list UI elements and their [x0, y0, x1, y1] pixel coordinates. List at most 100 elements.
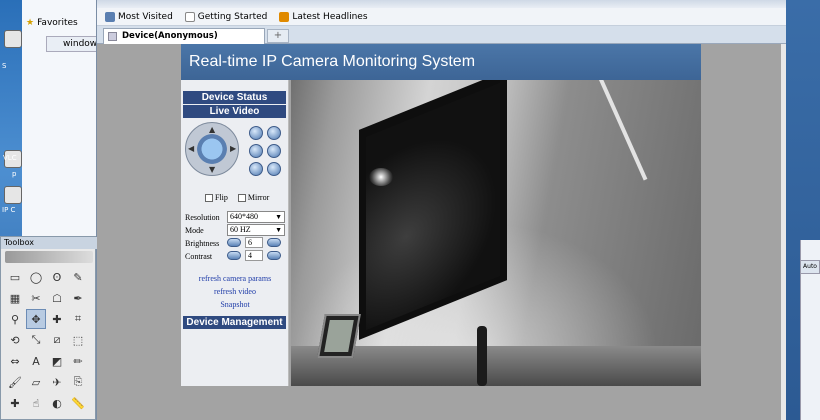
tab-label: Device(Anonymous) [122, 31, 218, 41]
scissors-icon[interactable]: ✂ [26, 288, 46, 308]
rss-icon [279, 11, 290, 22]
page-title: Real-time IP Camera Monitoring System [181, 44, 701, 80]
desktop-app-icon[interactable] [4, 30, 22, 48]
desktop-icon-label: p [12, 170, 17, 178]
folder-icon [105, 11, 115, 22]
camera-app-icon[interactable] [4, 186, 22, 204]
new-tab-button[interactable]: + [267, 29, 289, 43]
live-video-feed[interactable] [291, 80, 701, 386]
auto-button[interactable]: Auto [800, 260, 820, 274]
brush-icon[interactable]: 🖌 [5, 372, 25, 392]
video-tv-glare [369, 168, 393, 186]
move-icon[interactable]: ✥ [26, 309, 46, 329]
arrow-up-icon[interactable]: ▲ [209, 125, 215, 134]
heal-icon[interactable]: ✚ [5, 393, 25, 413]
star-icon: ★ [26, 18, 35, 28]
flip-icon[interactable]: ⇔ [5, 351, 25, 371]
contrast-label: Contrast [185, 252, 213, 261]
bookmark-label: Most Visited [118, 11, 173, 22]
lasso-icon[interactable]: ʘ [47, 267, 67, 287]
video-laptop-screen [324, 320, 354, 352]
snapshot-link[interactable]: Snapshot [181, 300, 289, 309]
resolution-label: Resolution [185, 213, 220, 222]
crop-icon[interactable]: ⌗ [68, 309, 88, 329]
flip-mirror-row: Flip Mirror [205, 193, 269, 203]
airbrush-icon[interactable]: ✈ [47, 372, 67, 392]
flip-label: Flip [215, 193, 228, 202]
contrast-value: 4 [245, 250, 263, 261]
refresh-camera-params-link[interactable]: refresh camera params [181, 274, 289, 283]
toolbox-window: Toolbox ▭ ◯ ʘ ✎ ▦ ✂ ☖ ✒ ⚲ ✥ ✚ ⌗ ⟲ ⤡ ⧄ ⬚ ⇔ A ◩ ✏ 🖌 ▱ ✈ ⎘ ✚ ☝ ◐ 📏 [0, 236, 97, 420]
pencil-icon[interactable]: ✏ [68, 351, 88, 371]
arrow-right-icon[interactable]: ▶ [230, 144, 236, 153]
color-picker-icon[interactable]: ⚲ [5, 309, 25, 329]
favorites-label: Favorites [37, 18, 78, 28]
bookmarks-toolbar: Most Visited Getting Started Latest Head… [97, 8, 787, 26]
tab-device[interactable]: Device(Anonymous) [103, 28, 265, 44]
bookmark-getting-started[interactable]: Getting Started [184, 11, 268, 22]
scale-icon[interactable]: ⤡ [26, 330, 46, 350]
wand-icon[interactable]: ✎ [68, 267, 88, 287]
smudge-icon[interactable]: ☝ [26, 393, 46, 413]
color-select-icon[interactable]: ▦ [5, 288, 25, 308]
rotate-icon[interactable]: ⟲ [5, 330, 25, 350]
foreground-select-icon[interactable]: ☖ [47, 288, 67, 308]
background-browser-window[interactable]: ★ Favorites window [22, 0, 120, 245]
page-viewport: Real-time IP Camera Monitoring System De… [97, 44, 781, 420]
align-icon[interactable]: ✚ [47, 309, 67, 329]
resolution-select[interactable]: 640*480 ▼ [227, 211, 285, 223]
ptz-joystick[interactable]: ▲ ▼ ◀ ▶ [185, 122, 239, 176]
address-bar[interactable] [97, 0, 787, 8]
device-status-header[interactable]: Device Status [183, 91, 286, 104]
chevron-down-icon: ▼ [275, 226, 282, 234]
contrast-decrease-button[interactable] [227, 251, 241, 260]
brightness-decrease-button[interactable] [227, 238, 241, 247]
paths-icon[interactable]: ✒ [68, 288, 88, 308]
bookmark-latest-headlines[interactable]: Latest Headlines [279, 11, 368, 22]
ptz-button-left-icon[interactable] [249, 144, 263, 158]
eraser-icon[interactable]: ▱ [26, 372, 46, 392]
favorites-button[interactable]: ★ Favorites [26, 14, 78, 32]
ptz-button-up-icon[interactable] [249, 126, 263, 140]
rect-select-icon[interactable]: ▭ [5, 267, 25, 287]
arrow-down-icon[interactable]: ▼ [209, 165, 215, 174]
text-icon[interactable]: A [26, 351, 46, 371]
desktop-icon-label: VLC [3, 154, 17, 162]
video-microphone [477, 326, 487, 386]
arrow-left-icon[interactable]: ◀ [188, 144, 194, 153]
desktop-icon-label: S [2, 62, 7, 70]
resolution-value: 640*480 [230, 212, 258, 221]
chevron-down-icon: ▼ [275, 213, 282, 221]
dodge-icon[interactable]: ◐ [47, 393, 67, 413]
gimp-logo [5, 251, 93, 263]
brightness-increase-button[interactable] [267, 238, 281, 247]
device-management-header[interactable]: Device Management [183, 316, 286, 329]
refresh-video-link[interactable]: refresh video [181, 287, 289, 296]
perspective-icon[interactable]: ⬚ [68, 330, 88, 350]
contrast-increase-button[interactable] [267, 251, 281, 260]
ptz-button-stop-icon[interactable] [267, 126, 281, 140]
bookmark-label: Getting Started [197, 11, 268, 22]
ptz-button-h-patrol-icon[interactable] [249, 162, 263, 176]
bookmark-label: Latest Headlines [292, 11, 368, 22]
clone-icon[interactable]: ⎘ [68, 372, 88, 392]
flip-checkbox[interactable]: Flip [205, 193, 228, 203]
desktop-icon-label: IP C [2, 206, 16, 214]
mode-value: 60 HZ [230, 225, 251, 234]
bookmark-most-visited[interactable]: Most Visited [105, 11, 173, 22]
mode-select[interactable]: 60 HZ ▼ [227, 224, 285, 236]
ptz-button-right-icon[interactable] [267, 144, 281, 158]
checkbox-icon [205, 194, 213, 203]
ellipse-select-icon[interactable]: ◯ [26, 267, 46, 287]
live-video-header[interactable]: Live Video [183, 105, 286, 118]
shear-icon[interactable]: ⧄ [47, 330, 67, 350]
toolbox-title[interactable]: Toolbox [1, 237, 97, 249]
bucket-icon[interactable]: ◩ [47, 351, 67, 371]
control-panel: Device Status Live Video ▲ ▼ ◀ ▶ Flip Mi… [181, 80, 289, 386]
mode-label: Mode [185, 226, 204, 235]
tab-bar: Device(Anonymous) + [97, 26, 787, 44]
mirror-checkbox[interactable]: Mirror [237, 193, 269, 203]
measure-icon[interactable]: 📏 [68, 393, 88, 413]
brightness-value: 6 [245, 237, 263, 248]
ptz-button-v-patrol-icon[interactable] [267, 162, 281, 176]
